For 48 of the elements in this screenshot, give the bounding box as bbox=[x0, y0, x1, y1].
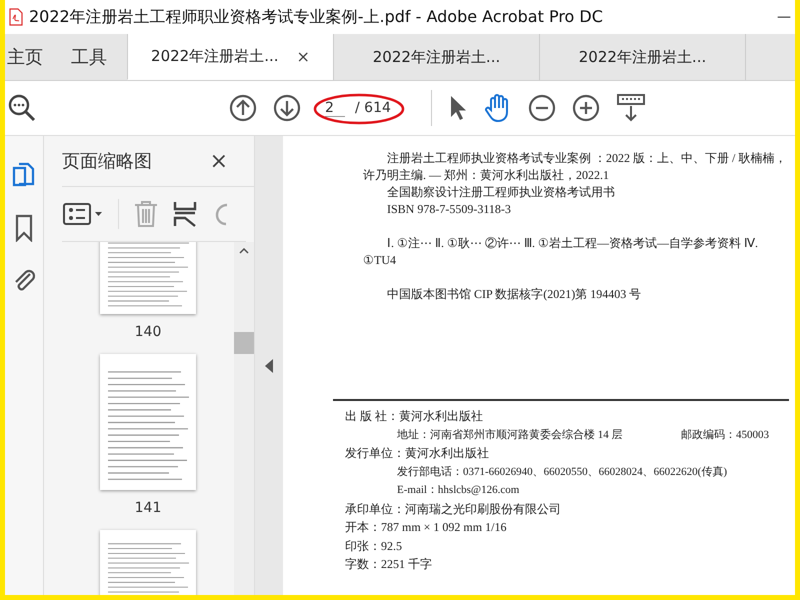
postal-code: 邮政编码：450003 bbox=[681, 428, 770, 442]
document-tab[interactable]: 2022年注册岩土... bbox=[333, 34, 539, 80]
imprint-text: 发行单位：黄河水利出版社 bbox=[345, 445, 489, 462]
bookmark-icon[interactable] bbox=[14, 214, 34, 242]
cip-text: 注册岩土工程师执业资格考试专业案例 ：2022 版：上、中、下册 / 耿楠楠，许乃明主编. — 郑州：黄河水利出版社，2022.1 bbox=[363, 150, 788, 184]
nav-tab[interactable]: 工具 bbox=[57, 34, 127, 80]
imprint-text: 开本：787 mm × 1 092 mm 1/16 bbox=[345, 519, 506, 536]
tab-label: 2022年注册岩土... bbox=[151, 47, 279, 66]
cip-text: 中国版本图书馆 CIP 数据核字(2021)第 194403 号 bbox=[386, 286, 642, 303]
tab-label: 2022年注册岩土... bbox=[578, 48, 706, 66]
imprint-text: 地址：河南省郑州市顺河路黄委会综合楼 14 层 bbox=[397, 428, 622, 442]
crop-pages-icon[interactable] bbox=[173, 200, 197, 228]
options-menu-icon[interactable] bbox=[62, 201, 104, 227]
close-panel-button[interactable]: × bbox=[210, 148, 228, 174]
zoom-in-icon[interactable] bbox=[572, 94, 600, 122]
page-number-label: 140 bbox=[134, 324, 162, 340]
close-tab-button[interactable]: × bbox=[296, 47, 310, 66]
imprint-text: 发行部电话：0371-66026940、66020550、66028024、66022620(传真) bbox=[397, 464, 727, 480]
zoom-out-icon[interactable] bbox=[528, 94, 556, 122]
scrollbar-thumb[interactable] bbox=[234, 332, 254, 354]
panel-title: 页面缩略图 bbox=[62, 150, 152, 173]
scroll-mode-icon[interactable] bbox=[616, 93, 646, 123]
pdf-file-icon bbox=[9, 8, 23, 26]
cip-text: ISBN 978-7-5509-3118-3 bbox=[386, 201, 512, 218]
minimize-button[interactable]: — bbox=[777, 9, 791, 25]
scrollbar[interactable] bbox=[234, 242, 254, 595]
page-number-label: 141 bbox=[134, 500, 162, 516]
page-total: / 614 bbox=[355, 100, 391, 116]
document-tab[interactable]: 2022年注册岩土... × bbox=[127, 34, 333, 80]
imprint-text: 出 版 社：黄河水利出版社 bbox=[345, 408, 483, 425]
imprint-text: 字数：2251 千字 bbox=[345, 556, 432, 573]
imprint-text: E-mail：hhslcbs@126.com bbox=[397, 483, 520, 498]
page-number-field[interactable]: 2 bbox=[325, 100, 345, 116]
window-title: 2022年注册岩土工程师职业资格考试专业案例-上.pdf - Adobe Acrobat Pro DC bbox=[29, 6, 604, 28]
document-tab[interactable]: 2022年注册岩土... bbox=[539, 34, 745, 80]
search-icon[interactable] bbox=[7, 93, 37, 123]
cip-text: 全国勘察设计注册工程师执业资格考试用书 bbox=[386, 184, 616, 201]
collapse-panel-icon[interactable] bbox=[265, 358, 273, 372]
tab-label: 2022年注册岩土... bbox=[372, 48, 500, 66]
nav-tab[interactable]: 主页 bbox=[5, 34, 57, 80]
scroll-up-icon[interactable] bbox=[239, 248, 249, 254]
arrow-up-icon[interactable] bbox=[229, 94, 257, 122]
arrow-down-icon[interactable] bbox=[273, 94, 301, 122]
imprint-text: 承印单位：河南瑞之光印刷股份有限公司 bbox=[345, 500, 561, 518]
page-thumbnail[interactable] bbox=[100, 354, 196, 490]
pointer-icon[interactable] bbox=[448, 94, 468, 122]
imprint-text: 印张：92.5 bbox=[345, 538, 402, 554]
cip-text: Ⅰ. ①注⋯ Ⅱ. ①耿⋯ ②许⋯ Ⅲ. ①岩土工程—资格考试—自学参考资料 Ⅳ. ①TU4 bbox=[363, 235, 759, 269]
